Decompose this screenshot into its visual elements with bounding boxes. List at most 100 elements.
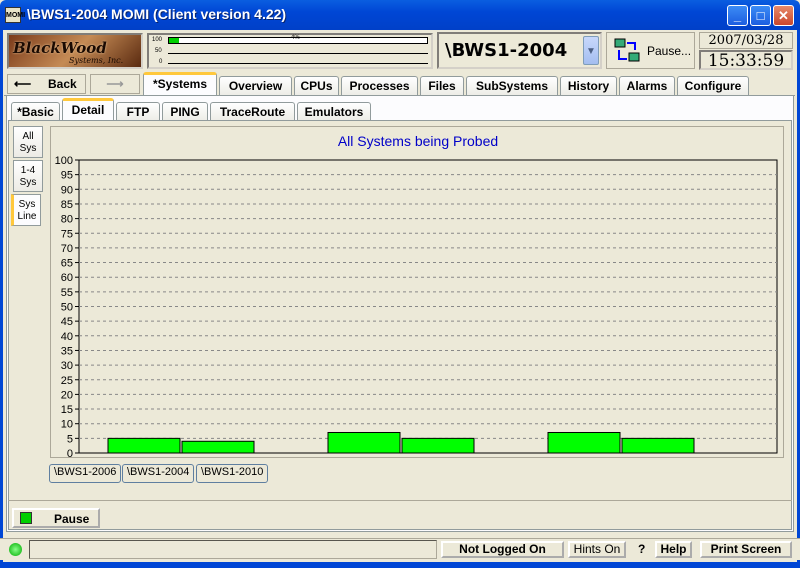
y-tick-label: 20 <box>61 389 73 401</box>
y-tick-label: 30 <box>61 360 73 372</box>
y-tick-label: 50 <box>61 302 73 314</box>
y-tick-label: 40 <box>61 331 73 343</box>
tab-history[interactable]: History <box>560 76 617 96</box>
bar-chart: 0 5 10 15 20 25 30 35 40 45 50 55 60 65 70 75 80 85 90 95 10… <box>55 155 778 459</box>
sidetab-1-4-sys-line1: 1-4 <box>20 165 36 176</box>
minimize-button[interactable]: _ <box>727 5 748 26</box>
y-tick-label: 95 <box>61 170 73 182</box>
bar <box>107 437 181 454</box>
tab-overview[interactable]: Overview <box>219 76 292 96</box>
y-tick-label: 15 <box>61 404 73 416</box>
y-tick-label: 90 <box>61 184 73 196</box>
logo-subtext: Systems, Inc. <box>69 56 124 65</box>
y-tick-label: 65 <box>61 258 73 270</box>
tab-alarms[interactable]: Alarms <box>619 76 675 96</box>
y-tick-label: 60 <box>61 272 73 284</box>
subtab-basic[interactable]: *Basic <box>11 102 60 122</box>
y-tick-label: 45 <box>61 316 73 328</box>
maximize-button[interactable]: □ <box>750 5 771 26</box>
print-screen-button[interactable]: Print Screen <box>700 541 792 558</box>
tab-cpus[interactable]: CPUs <box>294 76 339 96</box>
meter-percent: 4% <box>291 35 300 41</box>
company-logo: BlackWood Systems, Inc. <box>7 33 143 69</box>
system-select-value: \BWS1-2004 <box>445 40 568 61</box>
subtab-traceroute[interactable]: TraceRoute <box>210 102 295 122</box>
tab-files[interactable]: Files <box>420 76 464 96</box>
y-tick-label: 55 <box>61 287 73 299</box>
meter-baseline <box>168 63 428 64</box>
close-button[interactable]: ✕ <box>773 5 794 26</box>
window-border-bottom <box>0 562 800 568</box>
y-tick-label: 75 <box>61 228 73 240</box>
logo-text: BlackWood <box>13 39 107 57</box>
system-select[interactable]: \BWS1-2004 ▼ <box>437 32 602 69</box>
sidetab-sys-line-line1: Sys <box>18 199 36 210</box>
bar <box>401 437 475 454</box>
sidetab-sys-line[interactable]: Sys Line <box>11 194 41 226</box>
y-tick-label: 35 <box>61 345 73 357</box>
time-display: 15:33:59 <box>699 50 793 70</box>
subtab-ftp[interactable]: FTP <box>116 102 160 122</box>
hints-toggle-button[interactable]: Hints On <box>568 541 626 558</box>
back-arrow-icon: ⟵ <box>14 77 32 91</box>
y-tick-label: 100 <box>55 155 73 167</box>
tab-subsystems[interactable]: SubSystems <box>466 76 558 96</box>
pause-monitor-label: Pause... <box>647 44 692 58</box>
subtab-ping[interactable]: PING <box>162 102 208 122</box>
sidetab-1-4-sys[interactable]: 1-4 Sys <box>13 160 43 192</box>
system-chip-bws1-2010[interactable]: \BWS1-2010 <box>196 464 269 483</box>
chevron-down-icon[interactable]: ▼ <box>583 36 599 65</box>
pause-monitor-button[interactable]: Pause... <box>606 32 695 69</box>
connection-status-icon <box>9 543 22 556</box>
activity-meter: 100 50 0 4% <box>147 33 433 69</box>
pause-button[interactable]: Pause <box>12 508 100 528</box>
subtab-emulators[interactable]: Emulators <box>297 102 371 122</box>
y-tick-label: 25 <box>61 375 73 387</box>
pause-label: Pause <box>54 512 90 526</box>
forward-button[interactable]: ⟶ <box>90 74 140 94</box>
y-tick-label: 5 <box>67 433 73 445</box>
tab-systems[interactable]: *Systems <box>143 72 217 96</box>
network-icon <box>613 37 641 65</box>
whats-this-button[interactable]: ? <box>638 542 645 556</box>
bar <box>181 440 255 454</box>
y-tick-label: 70 <box>61 243 73 255</box>
bar <box>547 431 621 454</box>
chart-panel: All Systems being Probed 0 5 10 15 20 25 30 35 4… <box>50 126 784 459</box>
window-title: \BWS1-2004 MOMI (Client version 4.22) <box>27 6 287 22</box>
sidetab-sys-line-line2: Line <box>17 211 37 222</box>
system-chip-bws1-2004[interactable]: \BWS1-2004 <box>122 464 195 483</box>
forward-arrow-icon: ⟶ <box>106 77 124 91</box>
back-button[interactable]: ⟵ Back <box>7 74 86 94</box>
bar <box>327 431 401 454</box>
sidetab-all-sys-line2: Sys <box>19 143 37 154</box>
status-message-field <box>29 540 437 559</box>
sidetab-1-4-sys-line2: Sys <box>19 177 37 188</box>
sidetab-all-sys[interactable]: All Sys <box>13 126 43 158</box>
system-chip-bws1-2006[interactable]: \BWS1-2006 <box>49 464 122 483</box>
help-button[interactable]: Help <box>655 541 692 558</box>
meter-line <box>168 53 428 54</box>
tab-processes[interactable]: Processes <box>341 76 418 96</box>
bar <box>621 437 695 454</box>
y-tick-label: 80 <box>61 214 73 226</box>
app-icon: MOMI <box>5 7 25 23</box>
pause-status-icon <box>20 512 32 524</box>
tab-configure[interactable]: Configure <box>677 76 749 96</box>
meter-label-0: 0 <box>159 59 163 65</box>
title-bar[interactable]: MOMI \BWS1-2004 MOMI (Client version 4.2… <box>0 0 800 30</box>
back-label: Back <box>48 77 77 91</box>
meter-fill <box>169 38 180 43</box>
y-tick-label: 10 <box>61 419 73 431</box>
y-tick-label: 0 <box>67 448 73 459</box>
login-status-button[interactable]: Not Logged On <box>441 541 564 558</box>
sidetab-all-sys-line1: All <box>22 131 34 142</box>
meter-label-50: 50 <box>155 48 162 54</box>
subtab-detail[interactable]: Detail <box>62 98 114 122</box>
y-tick-label: 85 <box>61 199 73 211</box>
meter-track: 4% <box>168 35 428 44</box>
date-display: 2007/03/28 <box>699 32 793 49</box>
window-border-left <box>0 30 3 568</box>
meter-label-100: 100 <box>152 37 163 43</box>
separator <box>8 500 792 501</box>
